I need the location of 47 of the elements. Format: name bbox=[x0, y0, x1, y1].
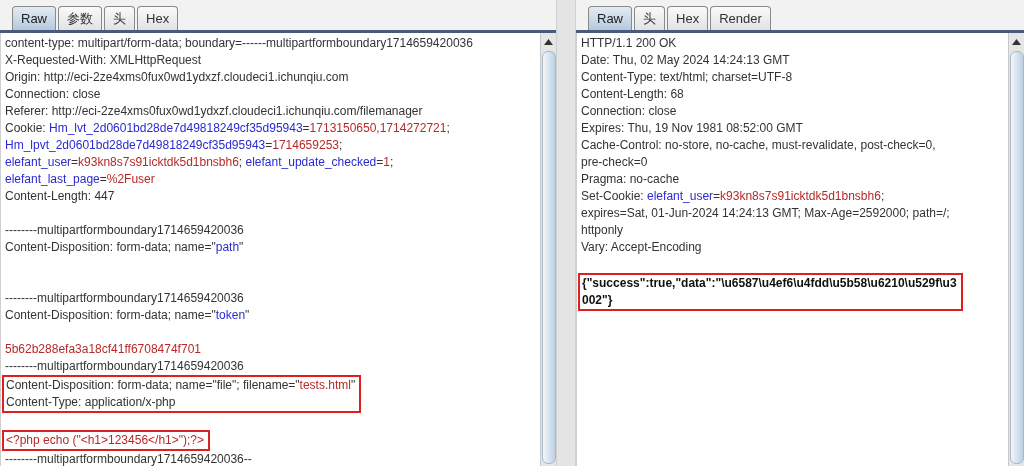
code-line: {"success":true,"data":"\u6587\u4ef6\u4fdd\u5b58\u6210\u529f\u3 bbox=[582, 275, 957, 292]
code-line: HTTP/1.1 200 OK bbox=[581, 35, 678, 52]
code-line: Content-Disposition: form-data; name="path" bbox=[5, 239, 245, 256]
code-line: httponly bbox=[581, 222, 625, 239]
scrollbar[interactable] bbox=[1008, 33, 1024, 466]
tab[interactable]: 头 bbox=[634, 6, 665, 30]
code-line: Connection: close bbox=[581, 103, 678, 120]
code-line: Vary: Accept-Encoding bbox=[581, 239, 703, 256]
code-line: Referer: http://eci-2ze4xms0fux0wd1ydxzf.cloudeci1.ichunqiu.com/filemanager bbox=[5, 103, 424, 120]
tab[interactable]: Hex bbox=[137, 6, 179, 30]
code-line: --------multipartformboundary1714659420036-- bbox=[5, 451, 253, 466]
code-line: Expires: Thu, 19 Nov 1981 08:52:00 GMT bbox=[581, 120, 804, 137]
code-line: <?php echo ("<h1>123456</h1>");?> bbox=[6, 432, 205, 449]
code-line: Content-Length: 447 bbox=[5, 188, 116, 205]
code-line: elefant_last_page=%2Fuser bbox=[5, 171, 156, 188]
code-line: Date: Thu, 02 May 2024 14:24:13 GMT bbox=[581, 52, 791, 69]
code-line: Content-Type: text/html; charset=UTF-8 bbox=[581, 69, 794, 86]
code-line: Cookie: Hm_lvt_2d0601bd28de7d49818249cf35d95943=1713150650,1714272721; bbox=[5, 120, 451, 137]
code-line: Pragma: no-cache bbox=[581, 171, 681, 188]
code-line: elefant_user=k93kn8s7s91icktdk5d1bnsbh6; elefant_update_checked=1; bbox=[5, 154, 395, 171]
tab[interactable]: 头 bbox=[104, 6, 135, 30]
code-line: Content-Disposition: form-data; name="file"; filename="tests.html" bbox=[6, 377, 356, 394]
scrollbar[interactable] bbox=[540, 33, 556, 466]
up-arrow-icon[interactable] bbox=[544, 39, 553, 45]
code-line: Content-Disposition: form-data; name="token" bbox=[5, 307, 251, 324]
code-line: --------multipartformboundary1714659420036 bbox=[5, 222, 245, 239]
code-line: Origin: http://eci-2ze4xms0fux0wd1ydxzf.cloudeci1.ichunqiu.com bbox=[5, 69, 350, 86]
code-line: X-Requested-With: XMLHttpRequest bbox=[5, 52, 203, 69]
code-line: --------multipartformboundary1714659420036 bbox=[5, 358, 245, 375]
code-line: Set-Cookie: elefant_user=k93kn8s7s91icktdk5d1bnsbh6; bbox=[581, 188, 886, 205]
code-line: Hm_lpvt_2d0601bd28de7d49818249cf35d95943=1714659253; bbox=[5, 137, 344, 154]
code-line: 002"} bbox=[582, 292, 614, 309]
code-line: 5b62b288efa3a18cf41ff6708474f701 bbox=[5, 341, 202, 358]
tab[interactable]: Hex bbox=[667, 6, 709, 30]
code-line: --------multipartformboundary1714659420036 bbox=[5, 290, 245, 307]
code-line: Cache-Control: no-store, no-cache, must-revalidate, post-check=0, bbox=[581, 137, 937, 154]
tab[interactable]: Render bbox=[710, 6, 771, 30]
tab[interactable]: Raw bbox=[588, 6, 632, 30]
tab[interactable]: Raw bbox=[12, 6, 56, 30]
code-line: expires=Sat, 01-Jun-2024 14:24:13 GMT; Max-Age=2592000; path=/; bbox=[581, 205, 951, 222]
up-arrow-icon[interactable] bbox=[1012, 39, 1021, 45]
code-line: content-type: multipart/form-data; boundary=------multipartformboundary1714659420036 bbox=[5, 35, 474, 52]
tab[interactable]: 参数 bbox=[58, 6, 102, 30]
code-line: Content-Type: application/x-php bbox=[6, 394, 177, 411]
code-line: pre-check=0 bbox=[581, 154, 649, 171]
code-line: Content-Length: 68 bbox=[581, 86, 685, 103]
code-line: Connection: close bbox=[5, 86, 102, 103]
